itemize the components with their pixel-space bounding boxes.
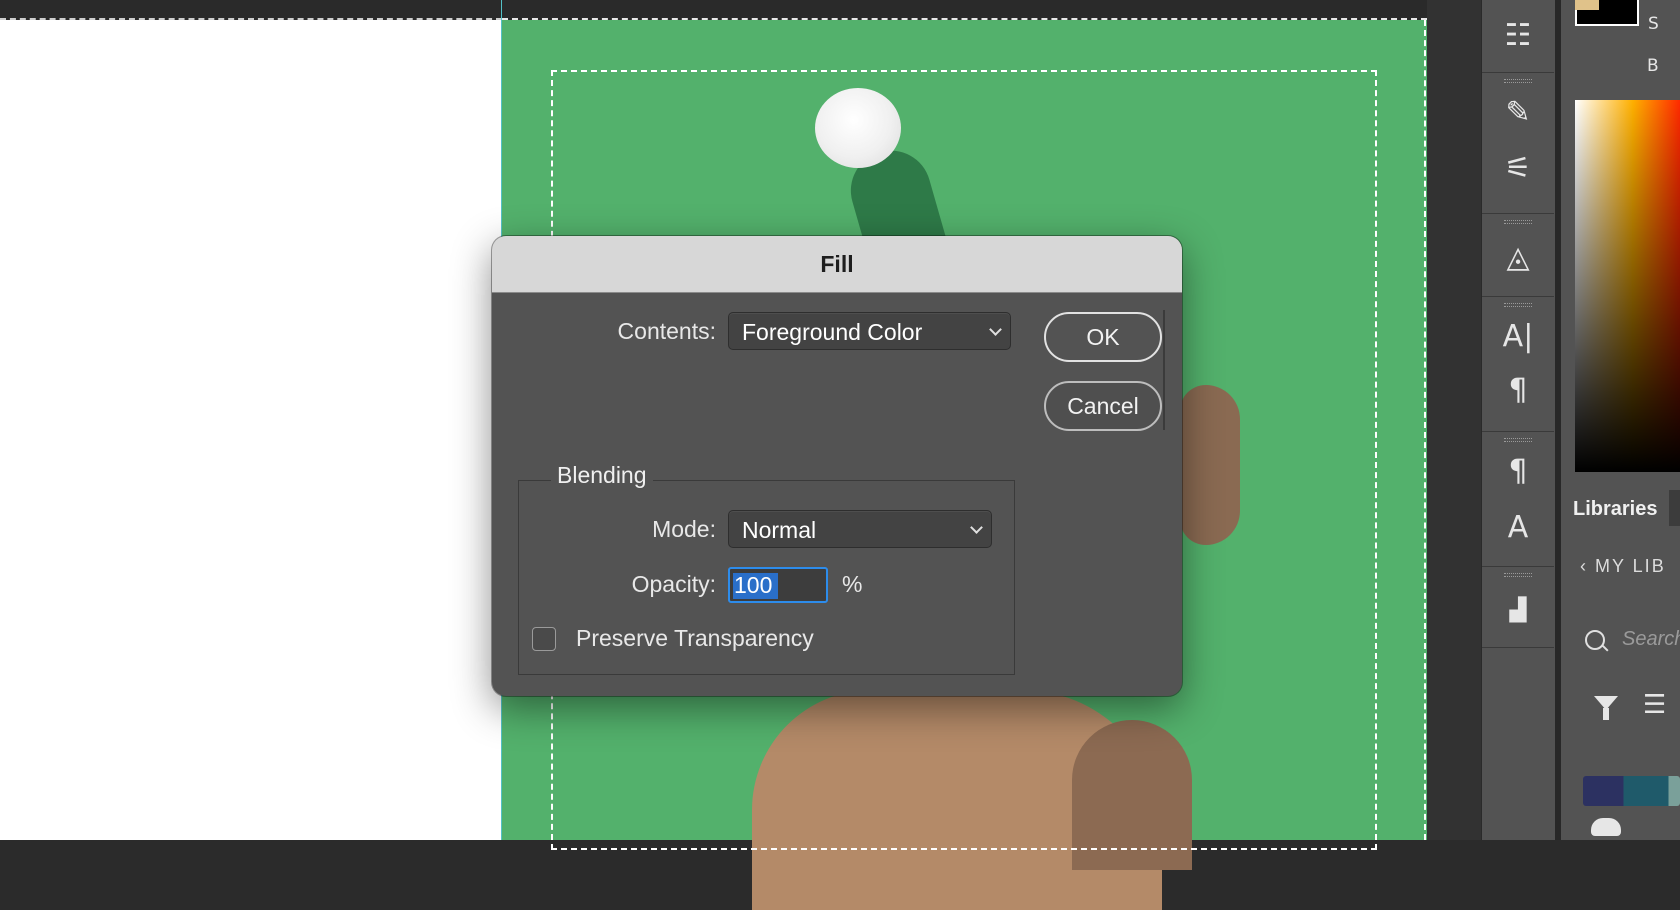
- mode-label: Mode:: [652, 516, 716, 542]
- dock-grip[interactable]: [1504, 573, 1532, 577]
- opacity-unit: %: [842, 571, 863, 597]
- dock-group-3: ◬: [1482, 214, 1554, 297]
- color-picker-field[interactable]: [1575, 100, 1680, 472]
- fill-dialog: Fill Contents: Foreground Color OK Cance…: [492, 236, 1182, 696]
- brush-presets-icon[interactable]: ✎: [1482, 93, 1554, 133]
- tab-libraries[interactable]: Libraries: [1561, 490, 1669, 528]
- opacity-label: Opacity:: [631, 571, 716, 597]
- paragraph-styles-icon[interactable]: ¶: [1482, 452, 1554, 492]
- opacity-input[interactable]: 100: [728, 567, 828, 603]
- dock-grip[interactable]: [1504, 438, 1532, 442]
- contents-select[interactable]: Foreground Color: [728, 312, 1011, 350]
- dock-group-5: ¶ A: [1482, 432, 1554, 567]
- library-name: MY LIB: [1595, 556, 1666, 576]
- mode-select-value: Normal: [742, 517, 817, 543]
- preserve-transparency-checkbox[interactable]: [532, 627, 556, 651]
- dock-group-4: A| ¶: [1482, 297, 1554, 432]
- library-back-link[interactable]: ‹ MY LIB: [1580, 556, 1666, 577]
- paragraph-icon[interactable]: ¶: [1482, 371, 1554, 411]
- cloud-icon: [1591, 818, 1621, 836]
- dock-grip[interactable]: [1504, 220, 1532, 224]
- contents-select-value: Foreground Color: [742, 319, 923, 345]
- canvas-background: [0, 20, 502, 840]
- glyphs-icon[interactable]: ▟: [1482, 591, 1554, 631]
- library-search-input[interactable]: Search: [1622, 624, 1680, 654]
- brush-settings-icon[interactable]: ⚟: [1482, 149, 1554, 189]
- dock-group-1: ☷: [1482, 0, 1554, 73]
- brightness-label: B: [1647, 56, 1659, 76]
- dock-grip[interactable]: [1504, 303, 1532, 307]
- background-swatch[interactable]: [1575, 0, 1599, 10]
- marquee-top-edge: [0, 18, 502, 20]
- dialog-title: Fill: [820, 251, 854, 277]
- adjustments-sliders-icon[interactable]: ☷: [1482, 16, 1554, 56]
- character-styles-icon[interactable]: A: [1482, 508, 1554, 548]
- opacity-value: 100: [734, 572, 773, 598]
- character-icon[interactable]: A|: [1482, 317, 1554, 357]
- ok-button[interactable]: OK: [1044, 312, 1162, 362]
- search-icon: [1585, 630, 1605, 650]
- filter-icon[interactable]: [1594, 696, 1618, 720]
- contents-label: Contents:: [617, 318, 716, 344]
- chevron-down-icon: [989, 323, 1002, 336]
- document-marquee-top: [502, 18, 1427, 20]
- chevron-down-icon: [970, 521, 983, 534]
- dock-group-6: ▟: [1482, 567, 1554, 648]
- blending-title: Blending: [551, 462, 653, 489]
- cancel-button[interactable]: Cancel: [1044, 381, 1162, 431]
- dock-group-2: ✎ ⚟: [1482, 73, 1554, 214]
- dialog-edge-shadow: [1163, 310, 1165, 430]
- mode-select[interactable]: Normal: [728, 510, 992, 548]
- dock-grip[interactable]: [1504, 79, 1532, 83]
- shapes-icon[interactable]: ◬: [1482, 238, 1554, 278]
- preserve-transparency-label[interactable]: Preserve Transparency: [576, 625, 814, 652]
- canvas-right-gutter: [1427, 0, 1481, 840]
- saturation-label: S: [1648, 14, 1659, 34]
- sort-icon[interactable]: ☰: [1643, 690, 1666, 720]
- library-swatches[interactable]: [1583, 776, 1680, 806]
